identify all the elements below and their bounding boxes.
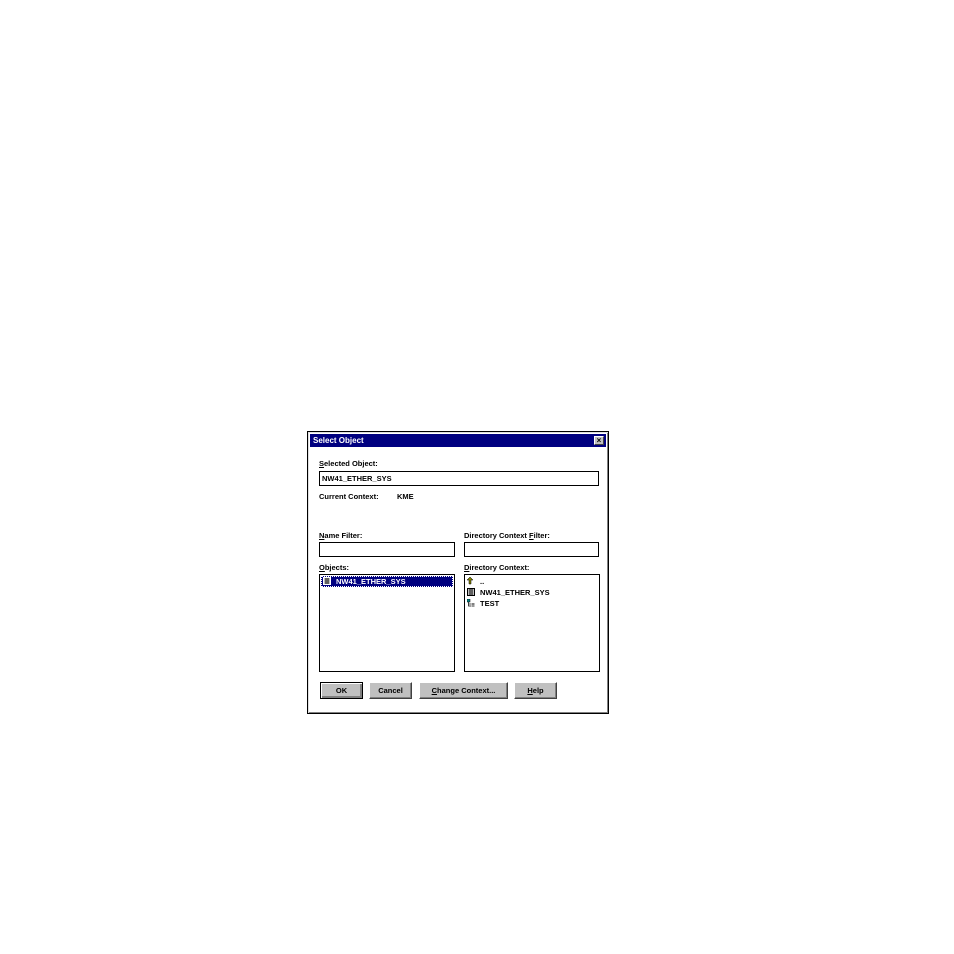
directory-context-filter-input[interactable] (464, 542, 599, 557)
directory-context-filter-label: Directory Context Filter: (464, 531, 550, 540)
name-filter-label: Name Filter: (319, 531, 363, 540)
directory-context-label: Directory Context: (464, 563, 530, 572)
selected-object-input[interactable]: NW41_ETHER_SYS (319, 471, 599, 486)
close-icon: × (596, 436, 602, 445)
directory-context-list[interactable]: .. NW41_ETHER_SYS TEST (464, 574, 600, 672)
selected-object-label: Selected Object: (319, 459, 378, 468)
list-item[interactable]: NW41_ETHER_SYS (465, 587, 599, 598)
list-item[interactable]: TEST (465, 598, 599, 609)
objects-item-label: NW41_ETHER_SYS (336, 577, 406, 586)
directory-item-label: TEST (480, 599, 500, 608)
up-level-icon (467, 577, 474, 585)
help-button[interactable]: Help (514, 682, 557, 699)
title-bar[interactable]: Select Object × (310, 434, 606, 447)
current-context-label: Current Context: (319, 492, 379, 501)
close-button[interactable]: × (594, 436, 604, 445)
organization-icon (467, 599, 475, 607)
change-context-button[interactable]: Change Context... (419, 682, 508, 699)
server-icon (467, 588, 475, 596)
name-filter-input[interactable] (319, 542, 455, 557)
list-item[interactable]: NW41_ETHER_SYS (321, 576, 453, 587)
directory-item-label: NW41_ETHER_SYS (480, 588, 550, 597)
objects-list[interactable]: NW41_ETHER_SYS (319, 574, 455, 672)
objects-label: Objects: (319, 563, 350, 572)
ok-button[interactable]: OK (320, 682, 363, 699)
directory-item-label: .. (480, 577, 485, 586)
server-icon (323, 577, 331, 585)
current-context-value: KME (397, 492, 414, 501)
dialog-title: Select Object (313, 436, 364, 445)
cancel-button[interactable]: Cancel (369, 682, 412, 699)
list-item[interactable]: .. (465, 576, 599, 587)
